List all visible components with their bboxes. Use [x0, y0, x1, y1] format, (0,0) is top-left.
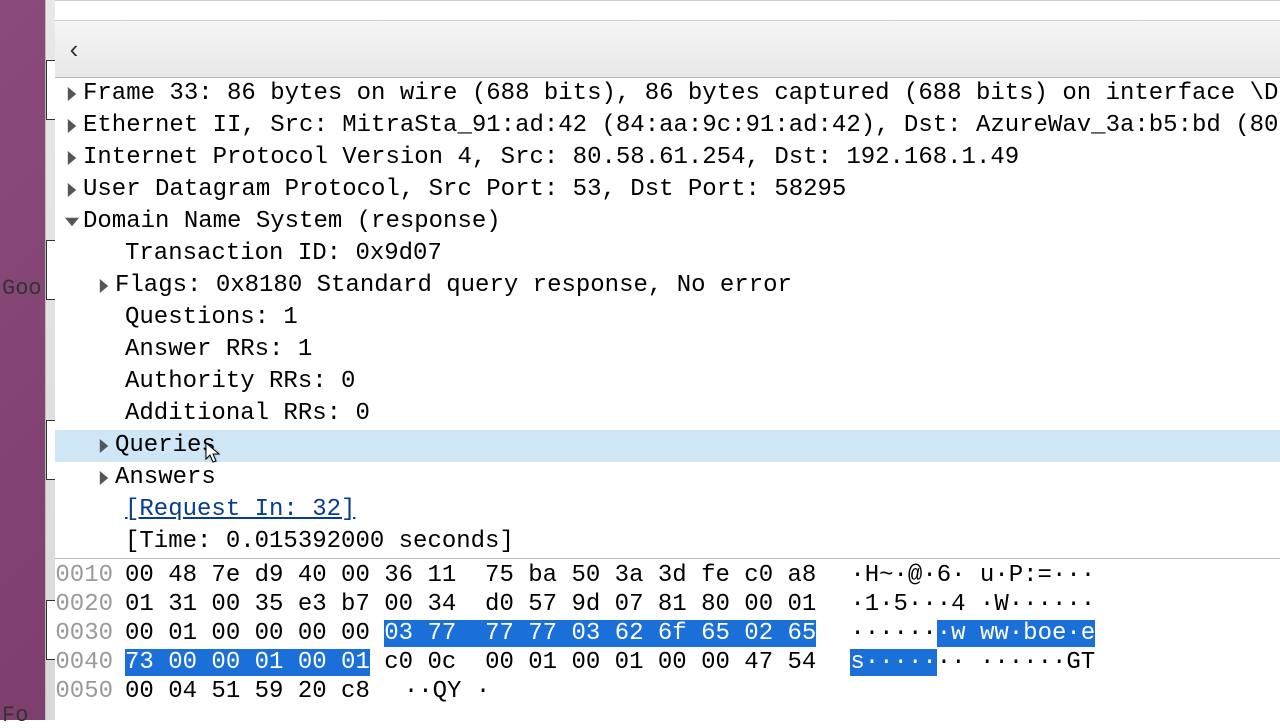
desktop-icon-label-2: Fo [2, 703, 28, 728]
tree-row-time[interactable]: [Time: 0.015392000 seconds] [55, 526, 1280, 558]
tree-row-questions[interactable]: Questions: 1 [55, 302, 1280, 334]
caret-right-icon[interactable] [61, 87, 83, 101]
tree-row-answer-rrs[interactable]: Answer RRs: 1 [55, 334, 1280, 366]
label: Ethernet II, Src: MitraSta_91:ad:42 (84:… [83, 110, 1280, 142]
label: User Datagram Protocol, Src Port: 53, Ds… [83, 174, 846, 206]
caret-right-icon[interactable] [93, 279, 115, 293]
tree-row-dns[interactable]: Domain Name System (response) [55, 206, 1280, 238]
tree-row-txid[interactable]: Transaction ID: 0x9d07 [55, 238, 1280, 270]
chevron-left-icon: ‹ [70, 34, 79, 65]
hex-bytes: 73 00 00 01 00 01 c0 0c 00 01 00 01 00 0… [125, 648, 816, 677]
hex-offset: 0050 [55, 677, 125, 706]
label: Frame 33: 86 bytes on wire (688 bits), 8… [83, 78, 1280, 110]
top-spacer [55, 0, 1280, 10]
hex-row[interactable]: 0010 00 48 7e d9 40 00 36 11 75 ba 50 3a… [55, 561, 1280, 590]
hex-bytes: 00 04 51 59 20 c8 [125, 677, 370, 706]
hex-ascii: s······· ······GT [850, 648, 1095, 677]
hex-row[interactable]: 0030 00 01 00 00 00 00 03 77 77 77 03 62… [55, 619, 1280, 648]
caret-right-icon[interactable] [93, 439, 115, 453]
hex-row[interactable]: 0050 00 04 51 59 20 c8 ··QY · [55, 677, 1280, 706]
toolbar: ‹ [55, 20, 1280, 78]
label: Queries [115, 430, 216, 462]
caret-right-icon[interactable] [61, 183, 83, 197]
hex-bytes: 00 01 00 00 00 00 03 77 77 77 03 62 6f 6… [125, 619, 816, 648]
hex-row[interactable]: 0040 73 00 00 01 00 01 c0 0c 00 01 00 01… [55, 648, 1280, 677]
hex-offset: 0020 [55, 590, 125, 619]
back-button[interactable]: ‹ [59, 34, 89, 64]
hex-row[interactable]: 0020 01 31 00 35 e3 b7 00 34 d0 57 9d 07… [55, 590, 1280, 619]
tree-row-flags[interactable]: Flags: 0x8180 Standard query response, N… [55, 270, 1280, 302]
hex-ascii: ·H~·@·6· u·P:=··· [850, 561, 1095, 590]
label: Domain Name System (response) [83, 206, 501, 238]
packet-details-window: ‹ Frame 33: 86 bytes on wire (688 bits),… [55, 0, 1280, 720]
tree-row-answers[interactable]: Answers [55, 462, 1280, 494]
label: Additional RRs: 0 [125, 398, 370, 430]
desktop-icon-label-1: Goo [2, 276, 42, 301]
tree-row-ip[interactable]: Internet Protocol Version 4, Src: 80.58.… [55, 142, 1280, 174]
caret-down-icon[interactable] [61, 215, 83, 229]
window-edge [45, 0, 55, 720]
packet-tree[interactable]: Frame 33: 86 bytes on wire (688 bits), 8… [55, 78, 1280, 558]
hex-ascii: ··QY · [404, 677, 490, 706]
tree-row-request-in[interactable]: [Request In: 32] [55, 494, 1280, 526]
tree-row-frame[interactable]: Frame 33: 86 bytes on wire (688 bits), 8… [55, 78, 1280, 110]
label: Answers [115, 462, 216, 494]
hex-offset: 0030 [55, 619, 125, 648]
hex-ascii: ·······w ww·boe·e [850, 619, 1095, 648]
link-request-in[interactable]: [Request In: 32] [125, 494, 355, 526]
label: Internet Protocol Version 4, Src: 80.58.… [83, 142, 1019, 174]
caret-right-icon[interactable] [61, 151, 83, 165]
caret-right-icon[interactable] [93, 471, 115, 485]
label: Answer RRs: 1 [125, 334, 312, 366]
caret-right-icon[interactable] [61, 119, 83, 133]
tree-row-additional-rrs[interactable]: Additional RRs: 0 [55, 398, 1280, 430]
label: [Time: 0.015392000 seconds] [125, 526, 514, 558]
tree-row-authority-rrs[interactable]: Authority RRs: 0 [55, 366, 1280, 398]
hex-offset: 0040 [55, 648, 125, 677]
tree-row-eth[interactable]: Ethernet II, Src: MitraSta_91:ad:42 (84:… [55, 110, 1280, 142]
label: Flags: 0x8180 Standard query response, N… [115, 270, 792, 302]
hex-offset: 0010 [55, 561, 125, 590]
tree-row-queries[interactable]: Queries [55, 430, 1280, 462]
tree-row-udp[interactable]: User Datagram Protocol, Src Port: 53, Ds… [55, 174, 1280, 206]
hex-ascii: ·1·5···4 ·W······ [850, 590, 1095, 619]
hex-pane[interactable]: 0010 00 48 7e d9 40 00 36 11 75 ba 50 3a… [55, 558, 1280, 720]
label: Transaction ID: 0x9d07 [125, 238, 442, 270]
hex-bytes: 00 48 7e d9 40 00 36 11 75 ba 50 3a 3d f… [125, 561, 816, 590]
label: Authority RRs: 0 [125, 366, 355, 398]
label: Questions: 1 [125, 302, 298, 334]
hex-bytes: 01 31 00 35 e3 b7 00 34 d0 57 9d 07 81 8… [125, 590, 816, 619]
